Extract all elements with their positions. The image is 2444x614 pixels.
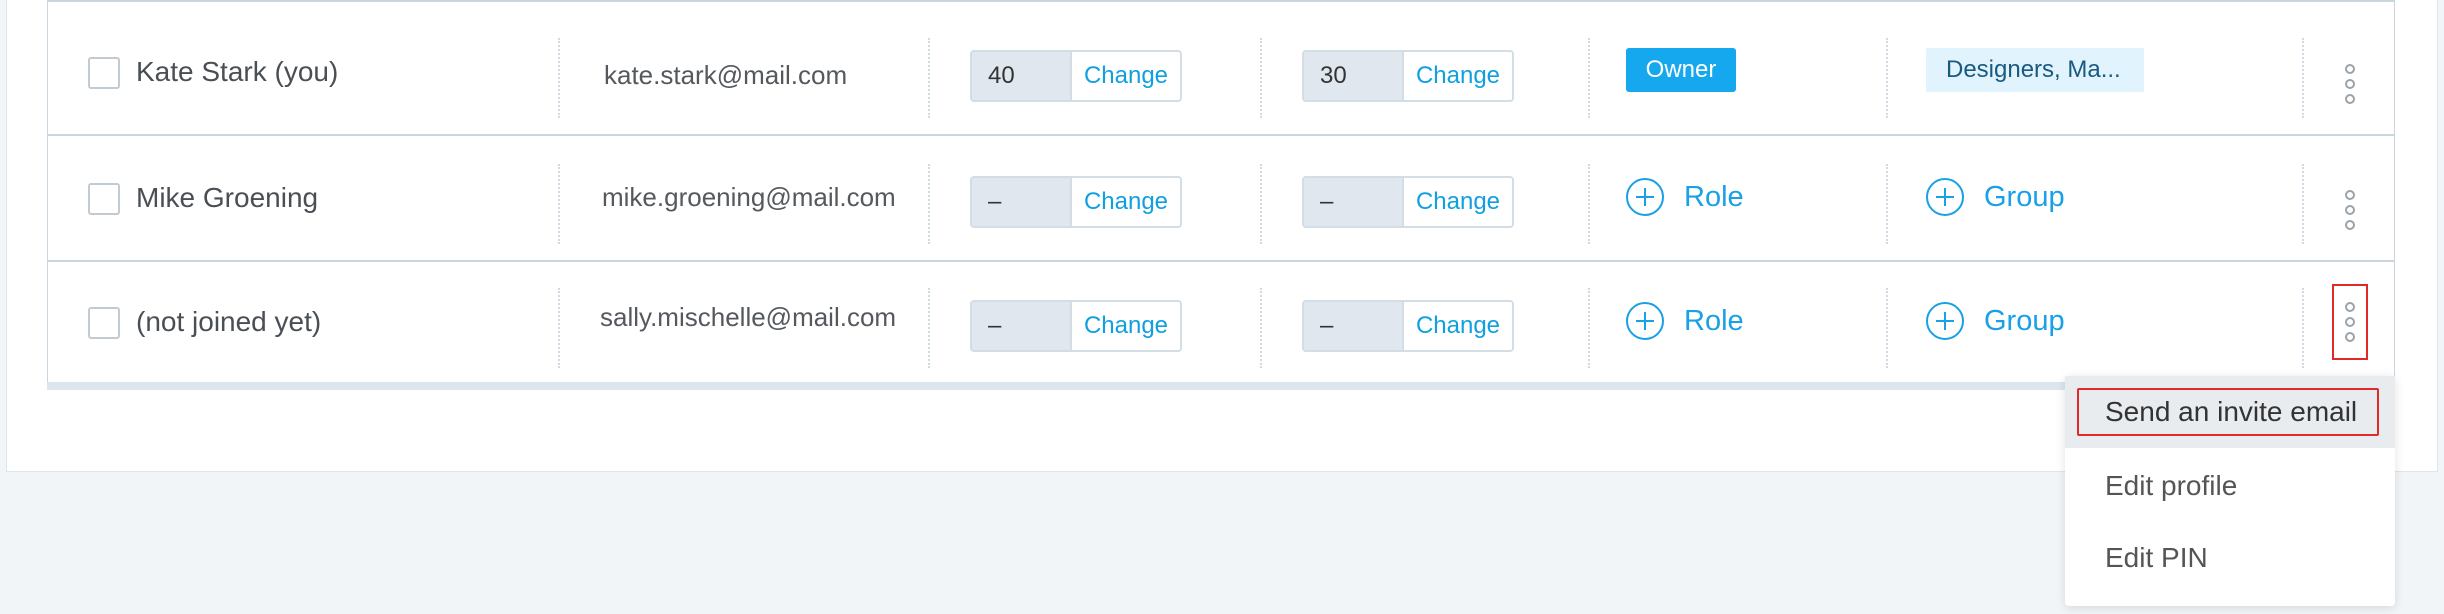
row-checkbox[interactable] [88, 183, 120, 215]
add-group-label: Group [1984, 304, 2065, 337]
limit-stepper-2: 30 Change [1302, 50, 1514, 102]
menu-item-label: Send an invite email [2105, 396, 2358, 427]
stepper-value[interactable]: – [1304, 302, 1402, 350]
user-name: Mike Groening [136, 182, 319, 213]
column-divider [1260, 38, 1262, 118]
column-divider [928, 38, 930, 118]
limit-stepper-1: – Change [970, 300, 1182, 352]
change-button[interactable]: Change [1402, 178, 1512, 226]
row-checkbox[interactable] [88, 57, 120, 89]
change-button[interactable]: Change [1070, 178, 1180, 226]
stepper-value[interactable]: 30 [1304, 52, 1402, 100]
users-table: Kate Stark (you) kate.stark@mail.com 40 … [47, 0, 2395, 390]
add-group-button[interactable]: Group [1926, 302, 2065, 340]
column-divider [1588, 164, 1590, 244]
limit-stepper-2: – Change [1302, 176, 1514, 228]
user-email: sally.mischelle@mail.com [600, 302, 897, 332]
column-divider [1588, 38, 1590, 118]
add-role-button[interactable]: Role [1626, 302, 1744, 340]
user-name: Kate Stark (you) [136, 56, 339, 87]
table-row: Kate Stark (you) kate.stark@mail.com 40 … [48, 12, 2394, 136]
column-divider [558, 288, 560, 368]
user-name: (not joined yet) [136, 306, 322, 337]
limit-stepper-1: 40 Change [970, 50, 1182, 102]
stepper-value[interactable]: 40 [972, 52, 1070, 100]
column-divider [2302, 164, 2304, 244]
change-button[interactable]: Change [1402, 302, 1512, 350]
add-role-label: Role [1684, 180, 1744, 213]
plus-circle-icon [1926, 178, 1964, 216]
add-role-label: Role [1684, 304, 1744, 337]
change-button[interactable]: Change [1070, 52, 1180, 100]
column-divider [2302, 288, 2304, 368]
column-divider [1260, 288, 1262, 368]
column-divider [1588, 288, 1590, 368]
plus-circle-icon [1626, 302, 1664, 340]
column-divider [1886, 288, 1888, 368]
menu-item-label: Edit profile [2105, 470, 2238, 501]
role-badge-owner[interactable]: Owner [1626, 48, 1736, 92]
table-footer-bar [47, 382, 2395, 390]
plus-circle-icon [1926, 302, 1964, 340]
user-email: kate.stark@mail.com [604, 60, 848, 90]
table-row: Mike Groening mike.groening@mail.com – C… [48, 138, 2394, 262]
plus-circle-icon [1626, 178, 1664, 216]
column-divider [558, 38, 560, 118]
stepper-value[interactable]: – [972, 178, 1070, 226]
column-divider [928, 164, 930, 244]
change-button[interactable]: Change [1070, 302, 1180, 350]
change-button[interactable]: Change [1402, 52, 1512, 100]
row-actions-menu: Send an invite email Edit profile Edit P… [2065, 376, 2395, 606]
column-divider [2302, 38, 2304, 118]
stepper-value[interactable]: – [1304, 178, 1402, 226]
row-checkbox[interactable] [88, 307, 120, 339]
menu-item-edit-pin[interactable]: Edit PIN [2065, 522, 2395, 594]
more-vertical-icon[interactable] [2332, 172, 2368, 248]
column-divider [928, 288, 930, 368]
user-email: mike.groening@mail.com [602, 182, 896, 212]
menu-item-label: Edit PIN [2105, 542, 2208, 573]
more-vertical-icon[interactable] [2332, 46, 2368, 122]
add-group-button[interactable]: Group [1926, 178, 2065, 216]
column-divider [558, 164, 560, 244]
column-divider [1886, 164, 1888, 244]
group-badge[interactable]: Designers, Ma... [1926, 48, 2144, 92]
more-vertical-icon[interactable] [2332, 284, 2368, 360]
add-group-label: Group [1984, 180, 2065, 213]
column-divider [1260, 164, 1262, 244]
table-row: (not joined yet) sally.mischelle@mail.co… [48, 262, 2394, 386]
column-divider [1886, 38, 1888, 118]
limit-stepper-1: – Change [970, 176, 1182, 228]
add-role-button[interactable]: Role [1626, 178, 1744, 216]
menu-item-edit-profile[interactable]: Edit profile [2065, 450, 2395, 522]
limit-stepper-2: – Change [1302, 300, 1514, 352]
stepper-value[interactable]: – [972, 302, 1070, 350]
menu-item-send-invite[interactable]: Send an invite email [2065, 376, 2395, 448]
